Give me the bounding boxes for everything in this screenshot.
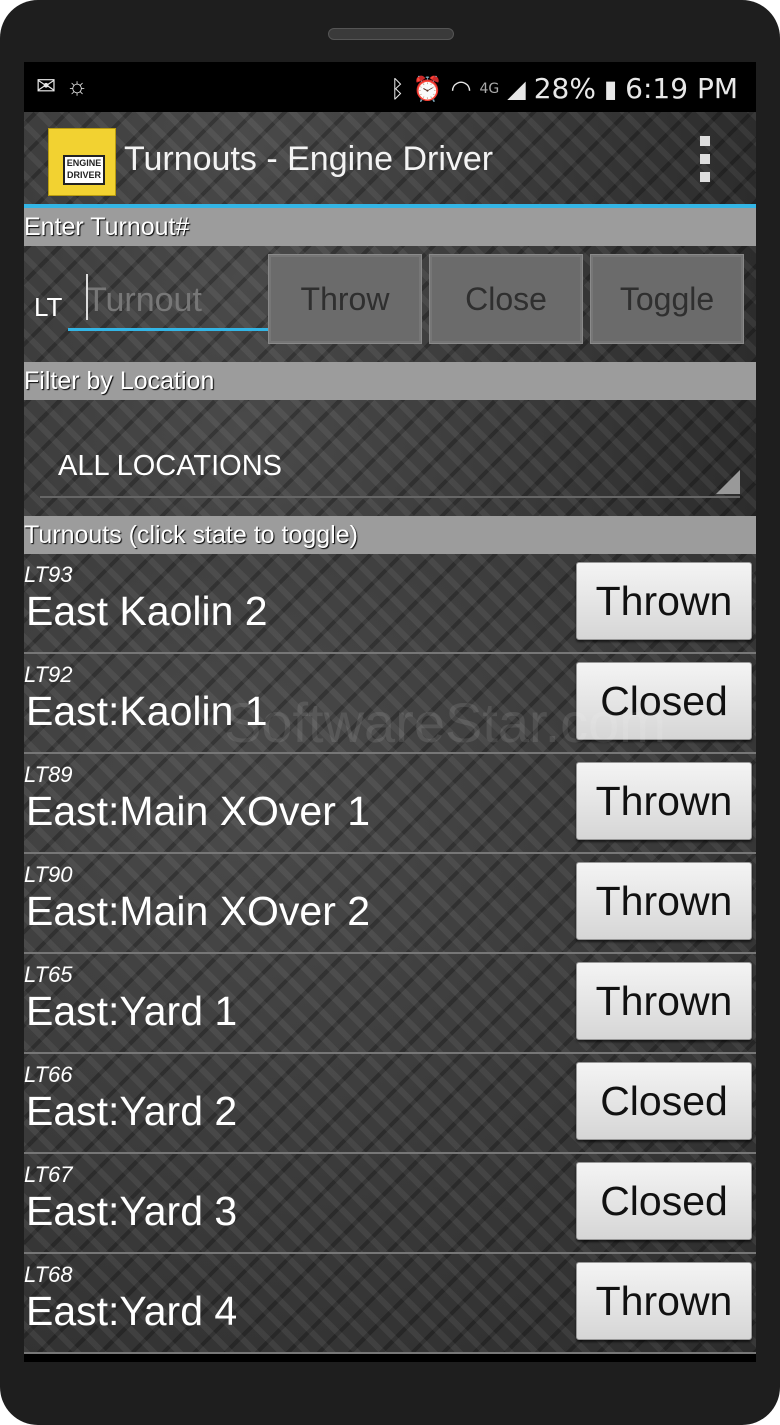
turnout-row: LT68 East:Yard 4 Thrown xyxy=(24,1254,756,1354)
locomotive-icon: ENGINE DRIVER xyxy=(63,155,105,185)
status-bar: ✉ ☼ ᛒ ⏰ ◠ 4G ◢ 28% ▮ 6:19 PM xyxy=(24,62,756,112)
signal-icon: ◢ xyxy=(507,74,526,103)
bluetooth-icon: ᛒ xyxy=(390,74,405,103)
turnout-id: LT66 xyxy=(24,1062,73,1087)
4g-icon: 4G xyxy=(479,80,500,97)
turnout-row: LT65 East:Yard 1 Thrown xyxy=(24,954,756,1054)
throw-button[interactable]: Throw xyxy=(268,254,422,344)
turnout-name: East:Main XOver 1 xyxy=(26,788,371,834)
alarm-icon: ⏰ xyxy=(412,74,443,103)
turnout-name: East Kaolin 2 xyxy=(26,588,268,634)
turnout-row: LT89 East:Main XOver 1 Thrown xyxy=(24,754,756,854)
turnout-name: East:Yard 2 xyxy=(26,1088,238,1134)
turnout-name: East:Yard 4 xyxy=(26,1288,238,1334)
turnout-row: LT67 East:Yard 3 Closed xyxy=(24,1154,756,1254)
close-button[interactable]: Close xyxy=(429,254,583,344)
turnout-id: LT90 xyxy=(24,862,73,887)
clock: 6:19 PM xyxy=(625,72,738,105)
turnout-state-button[interactable]: Thrown xyxy=(576,762,752,840)
turnout-number-input[interactable] xyxy=(68,272,272,331)
turnout-name: East:Yard 1 xyxy=(26,988,238,1034)
turnout-row: LT66 East:Yard 2 Closed xyxy=(24,1054,756,1154)
turnout-row: LT93 East Kaolin 2 Thrown xyxy=(24,554,756,654)
dropdown-arrow-icon xyxy=(716,470,740,494)
engine-driver-logo[interactable]: ENGINE DRIVER xyxy=(48,128,116,196)
earpiece-speaker xyxy=(328,28,454,40)
turnouts-list-header: Turnouts (click state to toggle) xyxy=(24,516,756,554)
overflow-menu-icon[interactable] xyxy=(700,136,714,182)
enter-turnout-header: Enter Turnout# xyxy=(24,208,756,246)
turnouts-list: LT93 East Kaolin 2 Thrown LT92 East:Kaol… xyxy=(24,554,756,1354)
page-title: Turnouts - Engine Driver xyxy=(124,140,494,178)
location-dropdown-value: ALL LOCATIONS xyxy=(58,450,283,482)
gmail-icon: ✉ xyxy=(36,73,57,100)
filter-location-panel: ALL LOCATIONS xyxy=(24,400,756,516)
turnout-id: LT93 xyxy=(24,562,73,587)
location-dropdown[interactable]: ALL LOCATIONS xyxy=(40,410,740,498)
turnout-state-button[interactable]: Thrown xyxy=(576,562,752,640)
wifi-icon: ◠ xyxy=(450,74,472,103)
turnout-id: LT67 xyxy=(24,1162,73,1187)
weather-icon: ☼ xyxy=(66,73,89,100)
turnout-state-button[interactable]: Thrown xyxy=(576,862,752,940)
turnout-row: LT90 East:Main XOver 2 Thrown xyxy=(24,854,756,954)
battery-icon: ▮ xyxy=(603,74,618,103)
turnout-state-button[interactable]: Closed xyxy=(576,1062,752,1140)
turnout-state-button[interactable]: Closed xyxy=(576,1162,752,1240)
turnout-id: LT92 xyxy=(24,662,73,687)
enter-turnout-panel: LT Throw Close Toggle xyxy=(24,246,756,362)
turnout-id: LT65 xyxy=(24,962,73,987)
turnout-state-button[interactable]: Thrown xyxy=(576,962,752,1040)
turnout-row: LT92 East:Kaolin 1 Closed xyxy=(24,654,756,754)
app-screen: ✉ ☼ ᛒ ⏰ ◠ 4G ◢ 28% ▮ 6:19 PM ENGINE DRIV… xyxy=(24,62,756,1362)
turnout-name: East:Kaolin 1 xyxy=(26,688,268,734)
phone-frame: ✉ ☼ ᛒ ⏰ ◠ 4G ◢ 28% ▮ 6:19 PM ENGINE DRIV… xyxy=(0,0,780,1425)
battery-percent: 28% xyxy=(533,72,596,105)
text-cursor xyxy=(86,274,88,320)
filter-location-header: Filter by Location xyxy=(24,362,756,400)
turnout-state-button[interactable]: Thrown xyxy=(576,1262,752,1340)
turnout-name: East:Main XOver 2 xyxy=(26,888,371,934)
turnout-state-button[interactable]: Closed xyxy=(576,662,752,740)
toggle-button[interactable]: Toggle xyxy=(590,254,744,344)
turnout-id: LT89 xyxy=(24,762,73,787)
turnout-prefix: LT xyxy=(34,292,63,322)
turnout-name: East:Yard 3 xyxy=(26,1188,238,1234)
action-bar: ENGINE DRIVER Turnouts - Engine Driver xyxy=(24,112,756,208)
turnout-id: LT68 xyxy=(24,1262,73,1287)
